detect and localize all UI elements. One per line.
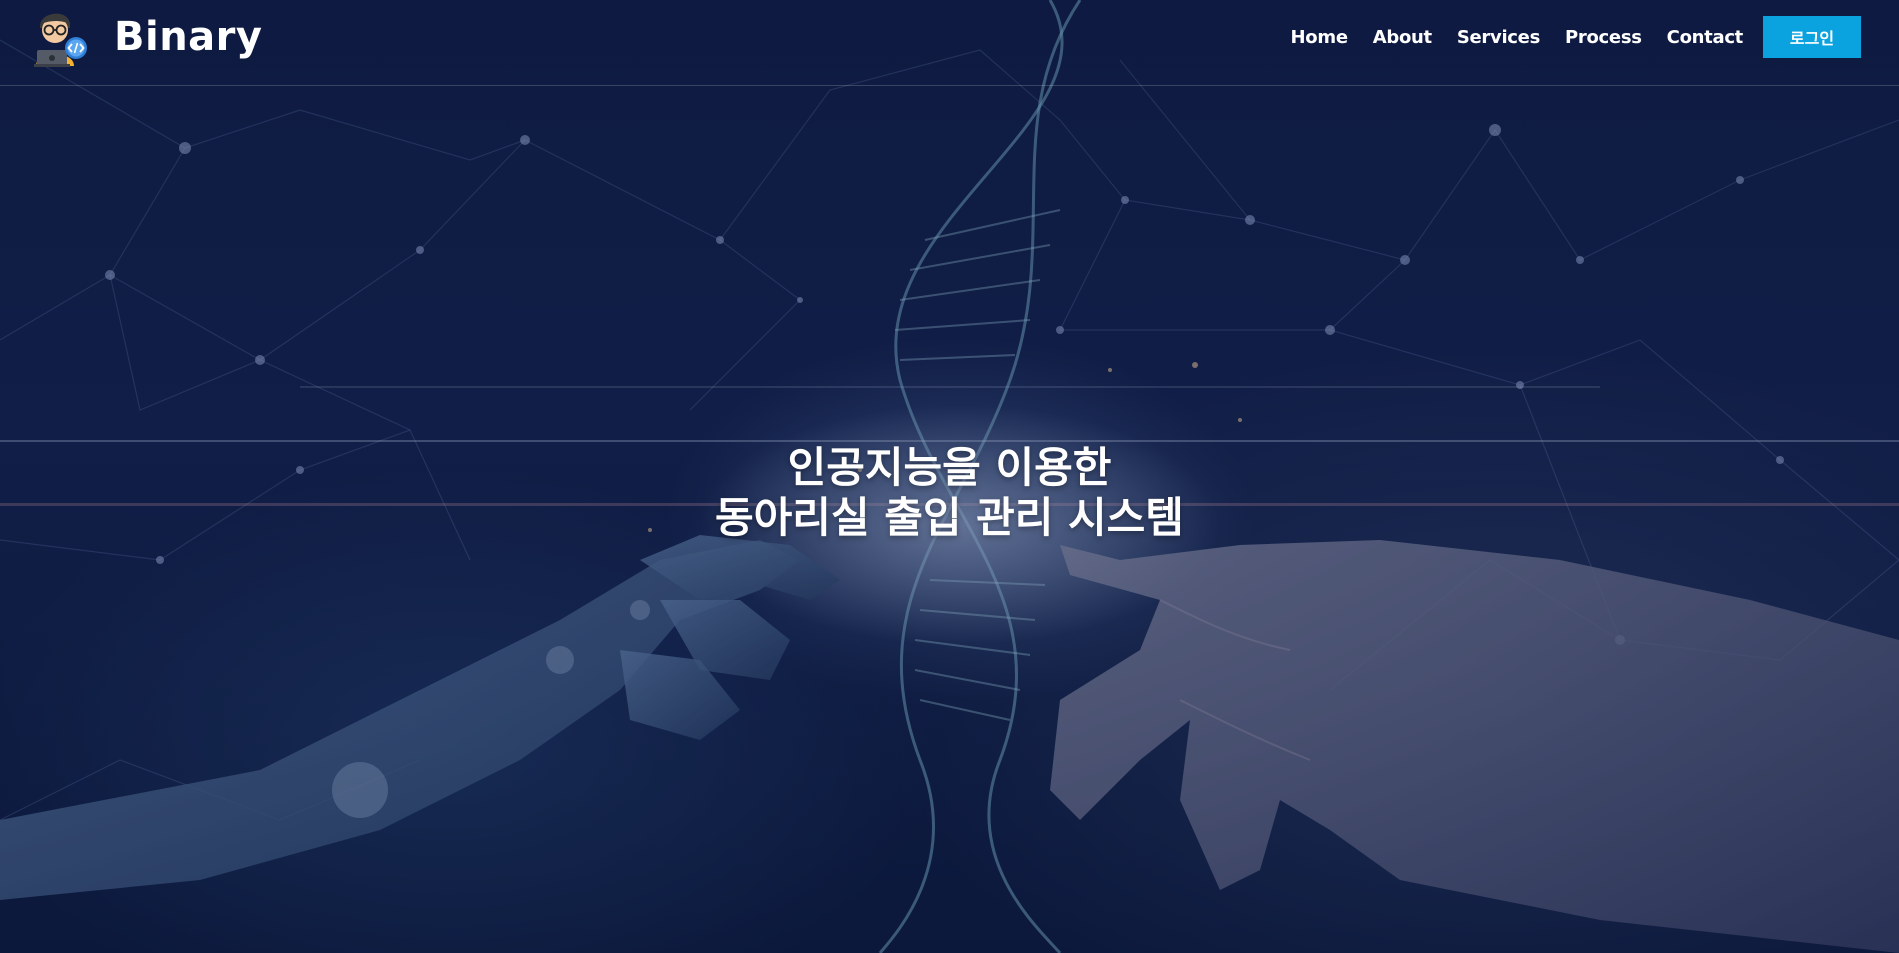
brand[interactable]: Binary [28, 6, 262, 68]
hero-title-line-1: 인공지능을 이용한 [787, 443, 1112, 493]
hero-section: Binary Home About Services Process Conta… [0, 0, 1899, 953]
site-header: Binary Home About Services Process Conta… [0, 0, 1899, 86]
nav-item-process[interactable]: Process [1565, 27, 1642, 48]
brand-name: Binary [114, 14, 263, 60]
nav-item-contact[interactable]: Contact [1667, 27, 1744, 48]
nav-item-services[interactable]: Services [1457, 27, 1540, 48]
nav-item-home[interactable]: Home [1291, 27, 1349, 48]
main-nav: Home About Services Process Contact 로그인 [1266, 16, 1861, 58]
login-button[interactable]: 로그인 [1763, 16, 1861, 58]
nav-item-about[interactable]: About [1373, 27, 1432, 48]
developer-avatar-icon [34, 13, 87, 67]
hero-title: 인공지능을 이용한 동아리실 출입 관리 시스템 [0, 443, 1899, 543]
hero-title-line-2: 동아리실 출입 관리 시스템 [715, 493, 1184, 543]
